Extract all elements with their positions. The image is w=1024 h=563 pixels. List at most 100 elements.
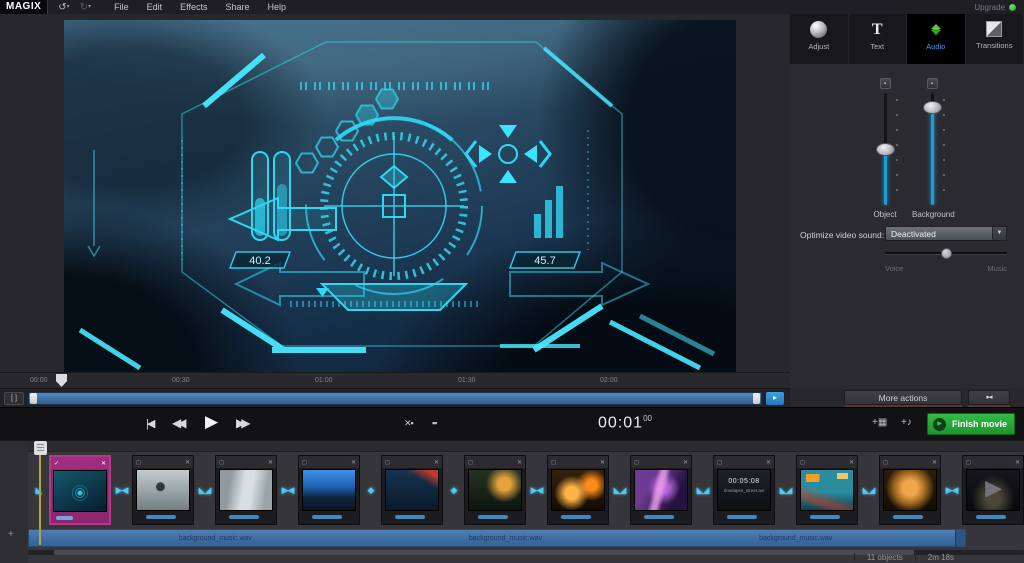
- clip-thumbnail[interactable]: [385, 469, 439, 511]
- transition-icon[interactable]: ◣◢: [775, 485, 796, 496]
- add-music-button[interactable]: +♪: [901, 417, 912, 428]
- clip-thumbnail[interactable]: [219, 469, 273, 511]
- timeline-clip[interactable]: ◻✕: [547, 455, 609, 525]
- clip-thumbnail[interactable]: [551, 469, 605, 511]
- mute-object-button[interactable]: ▪: [880, 78, 891, 89]
- optimize-dropdown[interactable]: Deactivated ▼: [885, 226, 1007, 241]
- add-track-icon[interactable]: +: [8, 529, 14, 540]
- mute-background-button[interactable]: ▪: [927, 78, 938, 89]
- transition-icon[interactable]: ▶◀: [277, 485, 298, 496]
- timeline-clip[interactable]: ◻✕: [132, 455, 194, 525]
- tab-text[interactable]: T Text: [849, 14, 908, 64]
- close-icon[interactable]: ✕: [683, 459, 688, 466]
- background-slider-track[interactable]: [931, 93, 934, 205]
- redo-icon[interactable]: ↻▾: [80, 2, 91, 13]
- timeline-clip[interactable]: ◻✕: [796, 455, 858, 525]
- split-clip-button[interactable]: ▪▪: [432, 418, 436, 428]
- close-icon[interactable]: ✕: [351, 459, 356, 466]
- timeline-header-strip[interactable]: [0, 441, 1024, 452]
- menu-item-file[interactable]: File: [105, 0, 138, 14]
- collapse-panel-button[interactable]: ▸◂: [968, 390, 1010, 405]
- clip-thumbnail[interactable]: [800, 469, 854, 511]
- transition-icon[interactable]: ▶◀: [941, 485, 962, 496]
- undo-icon[interactable]: ↺▾: [58, 2, 69, 13]
- clip-thumbnail[interactable]: [883, 469, 937, 511]
- clip-thumbnail[interactable]: [468, 469, 522, 511]
- clip-thumbnail[interactable]: 00:05:08timelapse_street.avi: [717, 469, 771, 511]
- video-preview[interactable]: 40.2 45.7: [64, 20, 736, 372]
- clip-header: ◻✕: [631, 456, 691, 468]
- timeline-clip[interactable]: ◻✕: [630, 455, 692, 525]
- close-icon[interactable]: ✕: [434, 459, 439, 466]
- audio-track[interactable]: background_music.wav background_music.wa…: [28, 529, 966, 547]
- optimize-slider-handle[interactable]: [941, 248, 952, 259]
- finish-badge-icon: ▶: [933, 418, 946, 431]
- skip-start-button[interactable]: |◀: [146, 417, 153, 430]
- tab-transitions[interactable]: Transitions: [966, 14, 1024, 64]
- close-icon[interactable]: ✕: [766, 459, 771, 466]
- scrollbar-thumb[interactable]: [54, 550, 914, 555]
- scrub-track[interactable]: [28, 392, 762, 405]
- audio-arrows-icon: [927, 21, 945, 38]
- clip-thumbnail[interactable]: [136, 469, 190, 511]
- scrub-handle-left[interactable]: [30, 393, 37, 404]
- fit-view-button[interactable]: [ ]: [4, 392, 24, 405]
- close-icon[interactable]: ✕: [600, 459, 605, 466]
- close-icon[interactable]: ✕: [849, 459, 854, 466]
- background-slider-handle[interactable]: [923, 101, 942, 114]
- close-icon[interactable]: ✕: [185, 459, 190, 466]
- clip-progress-bar: [312, 515, 342, 519]
- clip-progress-bar: [644, 515, 674, 519]
- timeline-clip[interactable]: ◻✕: [464, 455, 526, 525]
- close-icon[interactable]: ✕: [268, 459, 273, 466]
- tab-audio[interactable]: Audio: [907, 14, 966, 64]
- chevron-down-icon[interactable]: ▼: [992, 227, 1006, 240]
- background-slider-fill: [931, 107, 934, 205]
- transition-icon[interactable]: ◆: [360, 485, 381, 496]
- preview-ruler[interactable]: 00:00 00:30 01:00 01:30 02:00: [0, 372, 790, 388]
- transition-icon[interactable]: ◣◢: [858, 485, 879, 496]
- transition-icon[interactable]: ◆: [443, 485, 464, 496]
- transition-icon[interactable]: ◣◢: [692, 485, 713, 496]
- scroll-right-icon[interactable]: ▶: [985, 475, 1002, 501]
- menu-item-share[interactable]: Share: [216, 0, 258, 14]
- play-button[interactable]: ▶: [205, 412, 218, 432]
- tab-label: Audio: [926, 42, 945, 51]
- timeline-clip[interactable]: ◻✕00:05:08timelapse_street.avi: [713, 455, 775, 525]
- close-icon[interactable]: ✕: [932, 459, 937, 466]
- clip-thumbnail[interactable]: [53, 470, 107, 512]
- tab-adjust[interactable]: Adjust: [790, 14, 849, 64]
- scrub-handle-right[interactable]: [753, 393, 760, 404]
- scrub-next-button[interactable]: ▸: [766, 392, 784, 405]
- finish-movie-button[interactable]: ▶ Finish movie: [927, 413, 1015, 435]
- timeline-clip[interactable]: ◻✕: [381, 455, 443, 525]
- preview-playhead[interactable]: [56, 374, 67, 387]
- timeline-clip[interactable]: ◻✕: [879, 455, 941, 525]
- menu-item-effects[interactable]: Effects: [171, 0, 216, 14]
- transition-icon[interactable]: ▶◀: [111, 485, 132, 496]
- optimize-slider-track[interactable]: [885, 252, 1007, 255]
- timeline-playhead[interactable]: [34, 441, 47, 455]
- menu-item-edit[interactable]: Edit: [138, 0, 172, 14]
- transition-icon[interactable]: ◣◢: [194, 485, 215, 496]
- add-video-button[interactable]: +▦: [872, 417, 887, 428]
- audio-track-end-cap: [955, 530, 965, 546]
- timeline-clip[interactable]: ◻✕: [298, 455, 360, 525]
- fast-forward-button[interactable]: ▶▶: [236, 416, 246, 430]
- object-slider-track[interactable]: [884, 93, 887, 205]
- close-icon[interactable]: ✕: [517, 459, 522, 466]
- rewind-button[interactable]: ◀◀: [172, 416, 182, 430]
- transition-icon[interactable]: ▶◀: [526, 485, 547, 496]
- timeline-clip[interactable]: ◻✕: [215, 455, 277, 525]
- object-slider-handle[interactable]: [876, 143, 895, 156]
- close-icon[interactable]: ✕: [1015, 459, 1020, 466]
- upgrade-link[interactable]: Upgrade: [974, 3, 1024, 12]
- close-icon[interactable]: ✕: [101, 460, 106, 467]
- transition-icon[interactable]: ◣◢: [609, 485, 630, 496]
- more-actions-button[interactable]: More actions: [844, 390, 962, 405]
- menu-item-help[interactable]: Help: [259, 0, 296, 14]
- clip-thumbnail[interactable]: [302, 469, 356, 511]
- clip-thumbnail[interactable]: [634, 469, 688, 511]
- timeline-clip[interactable]: ✓✕: [49, 455, 111, 525]
- remove-clip-button[interactable]: ✕▪: [404, 418, 413, 429]
